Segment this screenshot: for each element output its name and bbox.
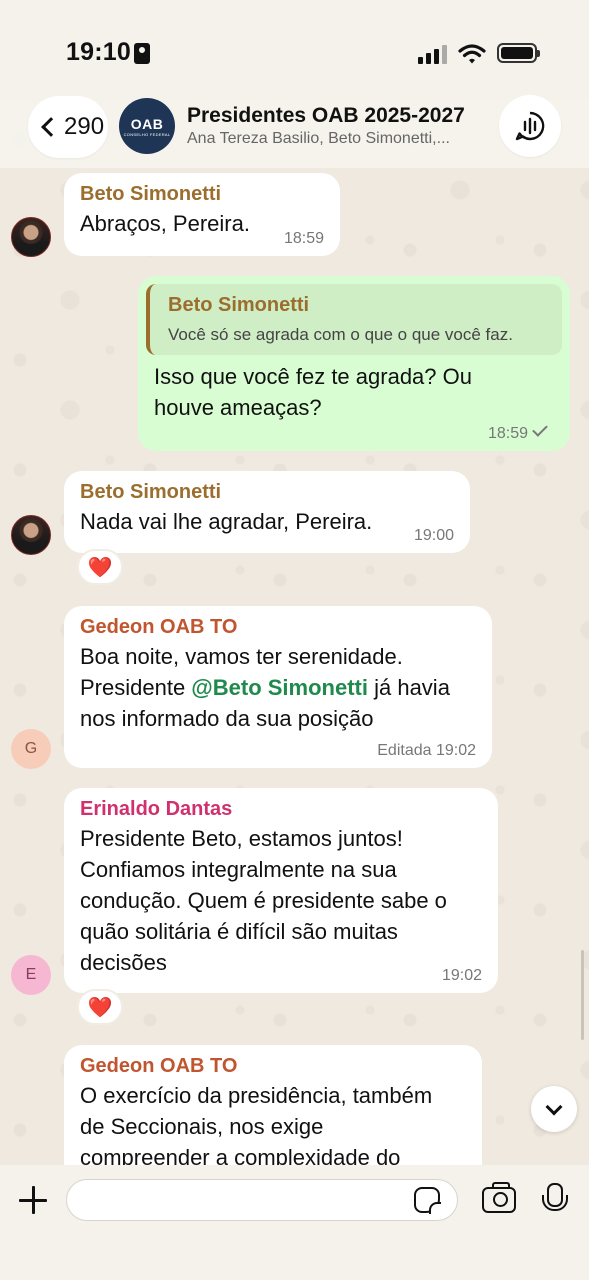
message-sender[interactable]: Gedeon OAB TO (80, 616, 476, 639)
message-input-bar (0, 1165, 589, 1280)
mic-icon[interactable] (541, 1183, 568, 1219)
message-time-text: 18:59 (487, 425, 528, 442)
sticker-icon[interactable] (414, 1187, 441, 1214)
message-line: O exercício da presidência, também (80, 1083, 433, 1108)
avatar-letter: E (25, 966, 37, 983)
scrollbar[interactable] (581, 950, 584, 1040)
message-time: Editada 19:02 (377, 742, 476, 759)
camera-icon[interactable] (482, 1182, 516, 1213)
group-avatar[interactable]: OAB CONSELHO FEDERAL (119, 98, 175, 154)
message-line: nos informado da sua posição (80, 706, 374, 731)
heart-reaction[interactable]: ❤️ (77, 549, 123, 585)
message-bubble[interactable]: Beto Simonetti Nada vai lhe agradar, Per… (64, 471, 470, 553)
message-time: 19:00 (413, 527, 454, 544)
avatar[interactable] (11, 515, 51, 555)
status-time: 19:10 (66, 38, 131, 66)
message-line: houve ameaças? (154, 395, 322, 420)
message-line: de Seccionais, nos exige (80, 1114, 324, 1139)
id-card-icon (134, 43, 150, 64)
back-chevron-icon (41, 117, 61, 137)
avatar-letter: G (24, 740, 38, 757)
message-line: condução. Quem é presidente sabe o (80, 888, 447, 913)
message-line: quão solitária é difícil são muitas (80, 919, 398, 944)
avatar[interactable]: E (11, 955, 51, 995)
message-input[interactable] (66, 1179, 458, 1221)
message-line: Presidente Beto, estamos juntos! (80, 826, 403, 851)
message-time: 19:02 (441, 967, 482, 984)
scroll-to-bottom-button[interactable] (531, 1086, 577, 1132)
message-fragment: Presidente (80, 675, 192, 700)
chevron-down-icon (545, 1098, 563, 1115)
message-text: Boa noite, vamos ter serenidade. Preside… (80, 641, 476, 734)
group-avatar-logo: OAB (130, 115, 164, 132)
message-time: 18:59 (487, 421, 548, 443)
mention-link[interactable]: @Beto Simonetti (191, 675, 368, 700)
message-text: O exercício da presidência, também de Se… (80, 1080, 466, 1173)
message-bubble[interactable]: Erinaldo Dantas Presidente Beto, estamos… (64, 788, 498, 993)
message-bubble-outgoing[interactable]: Beto Simonetti Você só se agrada com o q… (138, 276, 570, 451)
quoted-message[interactable]: Beto Simonetti Você só se agrada com o q… (146, 284, 562, 355)
message-bubble[interactable]: Gedeon OAB TO Boa noite, vamos ter seren… (64, 606, 492, 768)
chat-header: 290 OAB CONSELHO FEDERAL Presidentes OAB… (0, 95, 589, 168)
plus-icon[interactable] (18, 1185, 48, 1215)
message-text: Nada vai lhe agradar, Pereira. (80, 509, 373, 534)
message-text: Presidente Beto, estamos juntos! Confiam… (80, 823, 482, 978)
message-line: decisões (80, 950, 167, 975)
call-waveform-icon (515, 111, 545, 141)
signal-icon (418, 44, 448, 64)
group-title[interactable]: Presidentes OAB 2025-2027 (187, 104, 465, 128)
group-participants[interactable]: Ana Tereza Basilio, Beto Simonetti,... (187, 130, 482, 148)
sent-check-icon (532, 421, 548, 437)
message-text: Isso que você fez te agrada? Ou houve am… (146, 361, 562, 423)
call-button[interactable] (499, 95, 561, 157)
message-line: Isso que você fez te agrada? Ou (154, 364, 472, 389)
message-line: Boa noite, vamos ter serenidade. (80, 644, 403, 669)
message-line: Confiamos integralmente na sua (80, 857, 397, 882)
avatar[interactable]: G (11, 729, 51, 769)
message-fragment: já havia (367, 675, 450, 700)
wifi-icon (458, 44, 486, 64)
unread-count: 290 (64, 113, 105, 140)
message-bubble[interactable]: Beto Simonetti Abraços, Pereira. 18:59 (64, 173, 340, 256)
heart-icon: ❤️ (87, 996, 113, 1019)
message-sender[interactable]: Erinaldo Dantas (80, 798, 482, 821)
message-sender[interactable]: Beto Simonetti (80, 183, 324, 206)
heart-reaction[interactable]: ❤️ (77, 989, 123, 1025)
group-avatar-subtext: CONSELHO FEDERAL (123, 131, 171, 137)
status-bar: 19:10 (0, 0, 589, 100)
message-bubble[interactable]: Gedeon OAB TO O exercício da presidência… (64, 1045, 482, 1175)
quoted-sender: Beto Simonetti (168, 294, 310, 316)
back-button[interactable]: 290 (28, 96, 108, 158)
avatar[interactable] (11, 217, 51, 257)
heart-icon: ❤️ (87, 556, 113, 579)
message-sender[interactable]: Gedeon OAB TO (80, 1055, 466, 1078)
message-time: 18:59 (283, 230, 324, 247)
battery-icon (497, 43, 540, 63)
quoted-text: Você só se agrada com o que o que você f… (168, 325, 513, 344)
message-line: Presidente @Beto Simonetti já havia (80, 672, 476, 703)
message-sender[interactable]: Beto Simonetti (80, 481, 454, 504)
